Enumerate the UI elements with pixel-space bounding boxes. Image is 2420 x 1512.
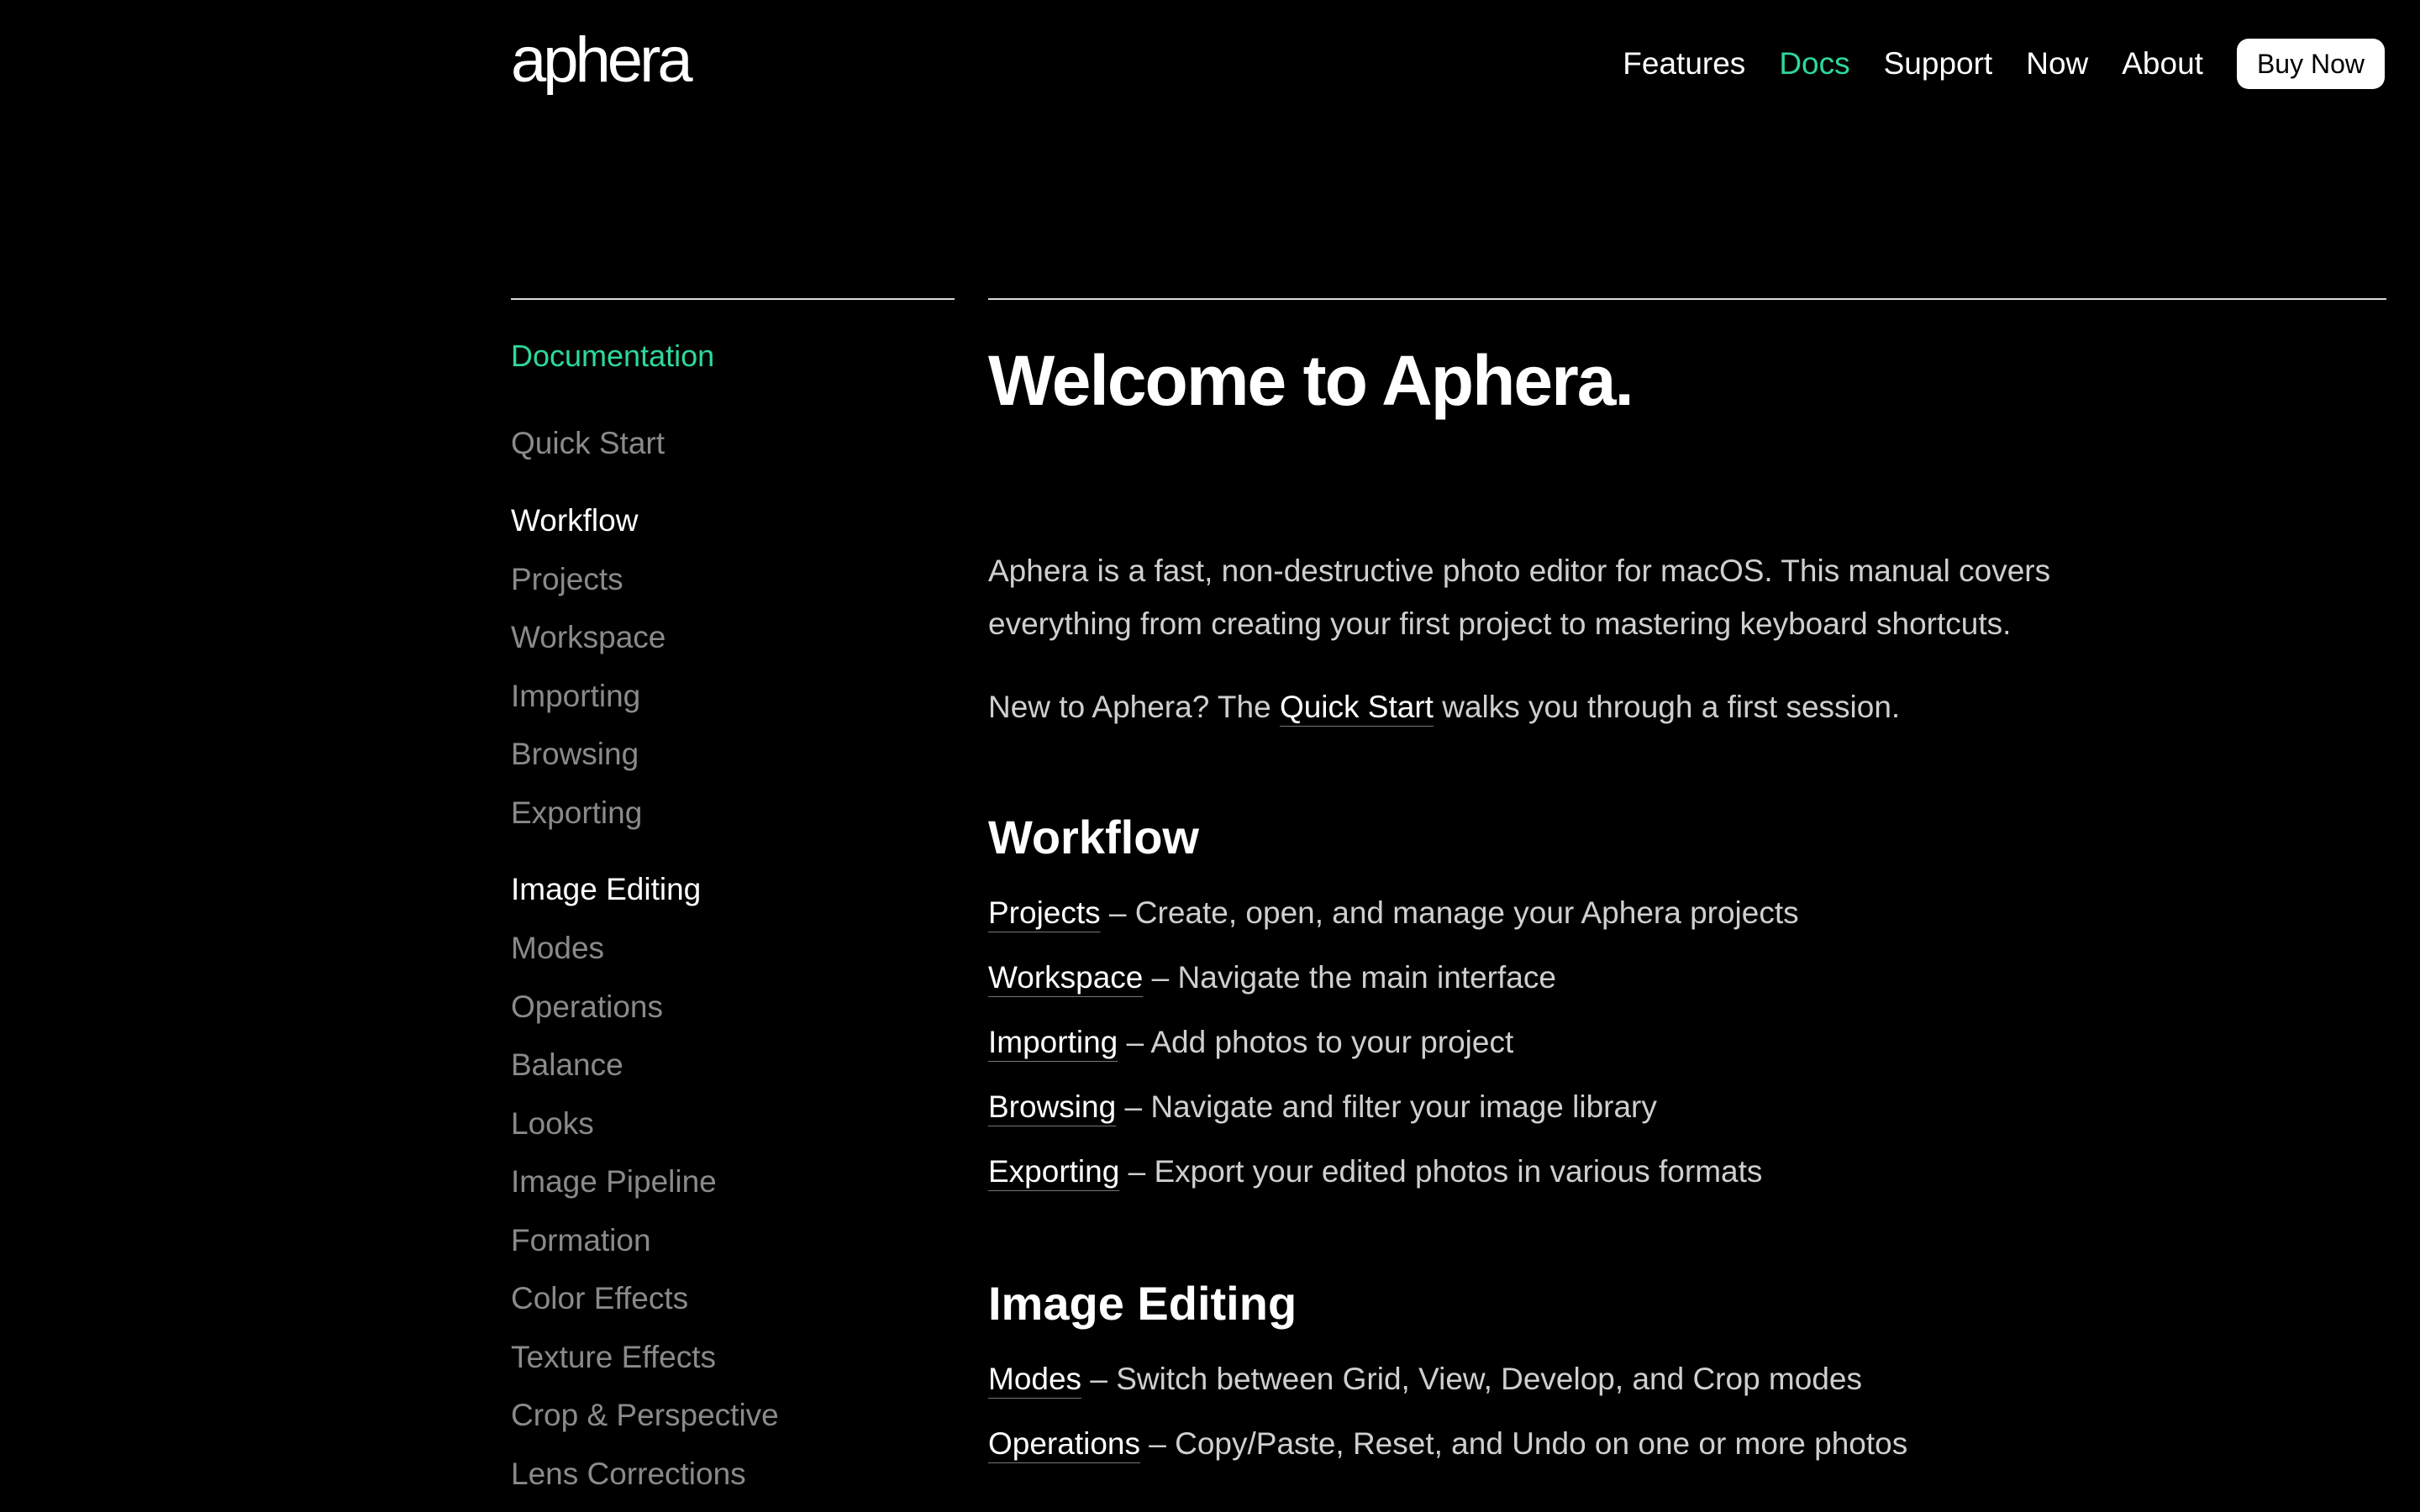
list-item: Modes – Switch between Grid, View, Devel…: [988, 1357, 2249, 1422]
sidebar-item-looks[interactable]: Looks: [511, 1102, 955, 1161]
sidebar-item-modes[interactable]: Modes: [511, 927, 955, 985]
sidebar-item-operations[interactable]: Operations: [511, 985, 955, 1044]
page-title: Welcome to Aphera.: [988, 341, 1634, 420]
sidebar-item-quick-start[interactable]: Quick Start: [511, 422, 955, 480]
list-item: Exporting – Export your edited photos in…: [988, 1150, 2249, 1215]
list-item-desc: – Switch between Grid, View, Develop, an…: [1081, 1362, 1862, 1396]
nav-features[interactable]: Features: [1623, 39, 1745, 89]
sidebar-divider: [511, 298, 955, 300]
sidebar-title[interactable]: Documentation: [511, 334, 955, 378]
section-heading-image-editing: Image Editing: [988, 1277, 1297, 1330]
sidebar-item-importing[interactable]: Importing: [511, 675, 955, 733]
sidebar-item-crop-perspective[interactable]: Crop & Perspective: [511, 1394, 955, 1452]
list-item-desc: – Navigate the main interface: [1143, 960, 1556, 995]
intro-paragraph: Aphera is a fast, non-destructive photo …: [988, 554, 2051, 641]
sidebar-item-projects[interactable]: Projects: [511, 558, 955, 617]
nav-now[interactable]: Now: [2026, 39, 2088, 89]
list-item-desc: – Add photos to your project: [1118, 1025, 1514, 1059]
link-modes[interactable]: Modes: [988, 1362, 1081, 1396]
link-browsing[interactable]: Browsing: [988, 1089, 1116, 1124]
list-item: Browsing – Navigate and filter your imag…: [988, 1085, 2249, 1150]
sidebar-heading-image-editing[interactable]: Image Editing: [511, 868, 955, 927]
image-editing-list: Modes – Switch between Grid, View, Devel…: [988, 1357, 2249, 1487]
list-item-desc: – Copy/Paste, Reset, and Undo on one or …: [1140, 1426, 1908, 1461]
list-item-desc: – Export your edited photos in various f…: [1119, 1154, 1763, 1189]
list-item: Workspace – Navigate the main interface: [988, 956, 2249, 1021]
nav-about[interactable]: About: [2122, 39, 2203, 89]
list-item: Importing – Add photos to your project: [988, 1021, 2249, 1085]
quick-start-suffix: walks you through a first session.: [1433, 690, 1901, 724]
workflow-list: Projects – Create, open, and manage your…: [988, 891, 2249, 1215]
quick-start-prefix: New to Aphera? The: [988, 690, 1280, 724]
quick-start-link[interactable]: Quick Start: [1280, 690, 1434, 724]
list-item-desc: – Create, open, and manage your Aphera p…: [1100, 895, 1799, 930]
sidebar-item-balance[interactable]: Balance: [511, 1043, 955, 1102]
page: aphera Features Docs Support Now About B…: [0, 0, 2420, 1512]
docs-content: Welcome to Aphera. Aphera is a fast, non…: [988, 334, 2249, 1487]
list-item-desc: – Navigate and filter your image library: [1116, 1089, 1657, 1124]
list-item: Projects – Create, open, and manage your…: [988, 891, 2249, 956]
content-divider: [988, 298, 2386, 300]
nav-support[interactable]: Support: [1884, 39, 1993, 89]
section-heading-workflow: Workflow: [988, 811, 1199, 864]
top-nav: Features Docs Support Now About Buy Now: [1589, 39, 2385, 89]
sidebar-item-color-effects[interactable]: Color Effects: [511, 1277, 955, 1336]
sidebar-item-workspace[interactable]: Workspace: [511, 616, 955, 675]
link-exporting[interactable]: Exporting: [988, 1154, 1119, 1189]
link-operations[interactable]: Operations: [988, 1426, 1140, 1461]
docs-sidebar: Documentation Quick Start Workflow Proje…: [511, 334, 955, 1510]
quick-start-paragraph: New to Aphera? The Quick Start walks you…: [988, 680, 2081, 733]
sidebar-item-lens-corrections[interactable]: Lens Corrections: [511, 1452, 955, 1511]
sidebar-item-texture-effects[interactable]: Texture Effects: [511, 1336, 955, 1394]
buy-now-button[interactable]: Buy Now: [2236, 39, 2385, 89]
sidebar-item-formation[interactable]: Formation: [511, 1219, 955, 1278]
link-workspace[interactable]: Workspace: [988, 960, 1143, 995]
site-logo[interactable]: aphera: [511, 29, 693, 92]
nav-docs[interactable]: Docs: [1779, 39, 1849, 89]
sidebar-heading-workflow[interactable]: Workflow: [511, 499, 955, 558]
sidebar-item-image-pipeline[interactable]: Image Pipeline: [511, 1160, 955, 1219]
list-item: Operations – Copy/Paste, Reset, and Undo…: [988, 1422, 2249, 1487]
link-projects[interactable]: Projects: [988, 895, 1101, 930]
link-importing[interactable]: Importing: [988, 1025, 1118, 1059]
sidebar-item-browsing[interactable]: Browsing: [511, 732, 955, 791]
sidebar-item-exporting[interactable]: Exporting: [511, 791, 955, 850]
